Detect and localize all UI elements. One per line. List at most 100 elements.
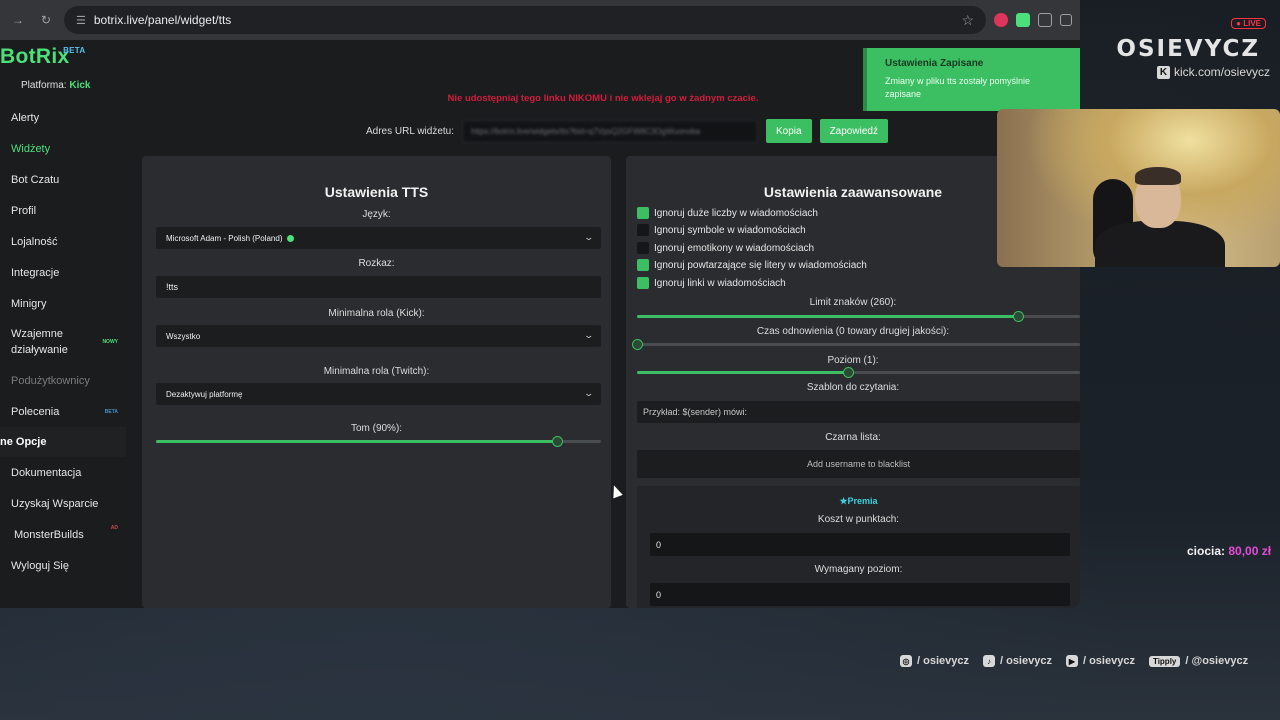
reload-icon[interactable]: ↻ xyxy=(36,13,56,27)
extension-kick-icon[interactable] xyxy=(1016,13,1030,27)
role-twitch-value: Dezaktywuj platformę xyxy=(166,389,243,399)
tipply-icon: Tipply xyxy=(1148,655,1181,667)
checkbox[interactable] xyxy=(637,242,649,254)
kick-url: kick.com/osievycz xyxy=(1174,65,1271,79)
slider-handle[interactable] xyxy=(1012,311,1024,322)
blacklist-input[interactable]: Add username to blacklist xyxy=(637,450,1080,478)
sidebar-item-label: MonsterBuilds xyxy=(14,528,84,541)
checkbox[interactable] xyxy=(637,224,649,236)
sidebar-item-lojalnosc[interactable]: Lojalność xyxy=(0,226,126,257)
command-input[interactable]: !tts xyxy=(156,276,601,298)
slider-handle[interactable] xyxy=(632,339,643,350)
level-label: Poziom (1): xyxy=(827,355,879,366)
checkbox-ignore-emotes[interactable]: Ignoruj emotikony w wiadomościach xyxy=(637,242,814,254)
checkbox[interactable] xyxy=(637,277,649,289)
browser-toolbar: → ↻ ☰ botrix.live/panel/widget/tts ☆ xyxy=(0,0,1080,40)
cost-input[interactable]: 0 xyxy=(650,533,1070,556)
sidebar-item-label: Wyloguj Się xyxy=(11,559,69,572)
sidebar-item-integracje[interactable]: Integracje xyxy=(0,257,126,288)
toast-title: Ustawienia Zapisane xyxy=(885,58,984,69)
preview-button[interactable]: Zapowiedź xyxy=(819,119,888,143)
live-badge: ● LIVE xyxy=(1231,18,1266,29)
sidebar-item-label: Wzajemne działywanie xyxy=(11,328,68,356)
chevron-down-icon: ⌄ xyxy=(583,388,595,398)
sidebar-item-label: Podużytkownicy xyxy=(11,374,90,387)
streamer-brand: OSIEVYCZ xyxy=(1116,36,1260,62)
checkbox[interactable] xyxy=(637,207,649,219)
main-content: Nie udostępniaj tego linku NIKOMU i nie … xyxy=(126,74,1080,608)
sidebar-item-interakcje[interactable]: Wzajemne działywanie NOWY xyxy=(0,319,126,365)
template-input[interactable]: Przykład: $(sender) mówi: xyxy=(637,401,1080,423)
premium-section: ★Premia Koszt w punktach: 0 Wymagany poz… xyxy=(637,486,1080,608)
language-select[interactable]: Microsoft Adam - Polish (Poland) ⌄ xyxy=(156,227,601,249)
checkbox-label: Ignoruj symbole w wiadomościach xyxy=(654,224,806,236)
platform-label: Platforma: xyxy=(21,80,67,91)
widget-url-field[interactable]: https://botrix.live/widgets/tts?bid=q7Vp… xyxy=(462,119,758,143)
extension-red-icon[interactable] xyxy=(994,13,1008,27)
donation-amount: 80,00 zł xyxy=(1228,544,1272,558)
address-bar[interactable]: ☰ botrix.live/panel/widget/tts ☆ xyxy=(64,6,986,34)
level-slider[interactable] xyxy=(637,367,1080,378)
social-handle: / @osievycz xyxy=(1185,655,1249,667)
checkbox[interactable] xyxy=(637,259,649,271)
sidepanel-icon[interactable] xyxy=(1060,14,1072,26)
sidebar-item-wsparcie[interactable]: Uzyskaj Wsparcie xyxy=(0,488,126,519)
sidebar-item-monsterbuilds[interactable]: MonsterBuilds AD xyxy=(0,519,126,550)
platform-value: Kick xyxy=(69,80,91,91)
bookmark-star-icon[interactable]: ☆ xyxy=(961,12,974,29)
forward-icon[interactable]: → xyxy=(8,13,28,27)
language-value: Microsoft Adam - Polish (Poland) xyxy=(166,233,283,243)
extensions-puzzle-icon[interactable] xyxy=(1038,13,1052,27)
premium-title: ★Premia xyxy=(637,496,1080,507)
sidebar-section-title: ne Opcje xyxy=(0,427,126,457)
social-handle: / osievycz xyxy=(917,655,969,667)
char-limit-slider[interactable] xyxy=(637,311,1080,322)
blacklist-label: Czarna lista: xyxy=(825,432,881,443)
checkbox-ignore-numbers[interactable]: Ignoruj duże liczby w wiadomościach xyxy=(637,207,818,219)
ad-badge: AD xyxy=(110,525,118,531)
checkbox-label: Ignoruj emotikony w wiadomościach xyxy=(654,242,815,254)
site-info-icon[interactable]: ☰ xyxy=(76,14,86,27)
checkbox-ignore-repeated[interactable]: Ignoruj powtarzające się litery w wiadom… xyxy=(637,259,867,271)
checkbox-ignore-links[interactable]: Ignoruj linki w wiadomościach xyxy=(637,277,786,289)
slider-handle[interactable] xyxy=(842,367,854,378)
copy-button[interactable]: Kopia xyxy=(766,119,812,143)
sidebar-item-minigry[interactable]: Minigry xyxy=(0,288,126,319)
star-icon: ★ xyxy=(839,496,848,506)
sidebar-item-poduzytkownicy[interactable]: Podużytkownicy xyxy=(0,365,126,396)
widget-url-row: Adres URL widżetu: https://botrix.live/w… xyxy=(366,119,888,143)
volume-slider[interactable] xyxy=(156,436,601,447)
sidebar-item-widzety[interactable]: Widżety xyxy=(0,133,126,164)
instagram-icon: ◎ xyxy=(900,655,912,667)
save-toast[interactable]: Ustawienia Zapisane Zmiany w pliku tts z… xyxy=(863,48,1080,111)
sidebar-item-wyloguj[interactable]: Wyloguj Się xyxy=(0,550,126,581)
checkbox-ignore-symbols[interactable]: Ignoruj symbole w wiadomościach xyxy=(637,224,806,236)
tts-settings-panel: Ustawienia TTS Język: Microsoft Adam - P… xyxy=(142,156,611,608)
sidebar-item-alerty[interactable]: Alerty xyxy=(0,102,126,133)
sidebar-item-bot-czatu[interactable]: Bot Czatu xyxy=(0,164,126,195)
sidebar-item-dokumentacja[interactable]: Dokumentacja xyxy=(0,457,126,488)
sidebar: Platforma: Kick Alerty Widżety Bot Czatu… xyxy=(0,74,126,608)
sidebar-item-profil[interactable]: Profil xyxy=(0,195,126,226)
slider-handle[interactable] xyxy=(551,436,563,447)
role-kick-select[interactable]: Wszystko ⌄ xyxy=(156,325,601,347)
sidebar-item-polecenia[interactable]: Polecenia BETA xyxy=(0,396,126,427)
sidebar-item-label: Polecenia xyxy=(11,405,60,418)
role-kick-value: Wszystko xyxy=(166,331,201,341)
youtube-icon: ▶ xyxy=(1065,655,1078,667)
social-youtube: ▶ / osievycz xyxy=(1065,655,1135,667)
role-kick-label: Minimalna rola (Kick): xyxy=(328,308,425,319)
social-tipply: Tipply / @osievycz xyxy=(1148,655,1249,667)
chevron-down-icon: ⌄ xyxy=(583,330,595,340)
sidebar-item-label: Bot Czatu xyxy=(11,173,60,186)
cooldown-slider[interactable] xyxy=(632,339,1080,350)
webcam-feed xyxy=(997,109,1280,267)
role-twitch-select[interactable]: Dezaktywuj platformę ⌄ xyxy=(156,383,601,405)
checkbox-label: Ignoruj duże liczby w wiadomościach xyxy=(654,207,818,219)
social-handle: / osievycz xyxy=(999,655,1052,667)
required-level-input[interactable]: 0 xyxy=(650,583,1070,606)
command-label: Rozkaz: xyxy=(358,258,395,269)
slider-fill xyxy=(156,440,557,443)
beta-badge: BETA xyxy=(63,46,86,55)
botrix-logo[interactable]: BotRix BETA xyxy=(0,45,85,69)
